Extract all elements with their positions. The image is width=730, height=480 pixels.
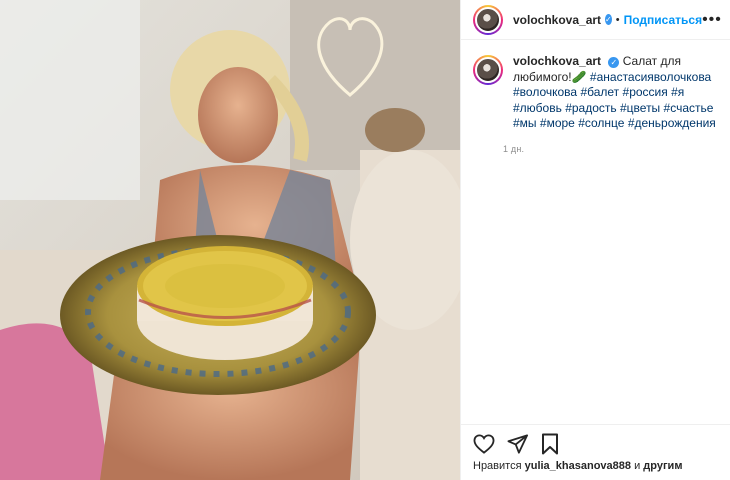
hashtag-link[interactable]: #я <box>671 85 684 99</box>
likes-others-link[interactable]: другим <box>643 460 682 472</box>
hashtag-link[interactable]: #счастье <box>664 101 714 115</box>
hashtag-link[interactable]: #деньрождения <box>628 116 716 130</box>
more-options-icon[interactable]: ••• <box>702 11 722 28</box>
caption-username[interactable]: volochkova_art <box>513 54 601 68</box>
verified-badge-icon: ✓ <box>605 14 612 25</box>
post-sidebar: volochkova_art ✓ • Подписаться ••• voloc… <box>460 0 730 480</box>
caption-text: volochkova_art ✓ Салат для любимого!🥒 #а… <box>513 54 718 132</box>
hashtag-link[interactable]: #мы <box>513 116 537 130</box>
paper-plane-icon[interactable] <box>507 434 529 454</box>
caption-block: volochkova_art ✓ Салат для любимого!🥒 #а… <box>461 40 730 154</box>
author-username[interactable]: volochkova_art <box>513 13 601 27</box>
likes-summary: Нравится yulia_khasanova888 и другим <box>473 460 720 472</box>
likes-connector: и <box>634 460 641 472</box>
hashtag-link[interactable]: #цветы <box>620 101 660 115</box>
verified-badge-icon: ✓ <box>608 57 620 69</box>
hashtag-link[interactable]: #любовь <box>513 101 562 115</box>
post-photo[interactable] <box>0 0 460 480</box>
caption-avatar[interactable] <box>473 55 503 85</box>
hashtag-link[interactable]: #волочкова <box>513 85 577 99</box>
hashtag-link[interactable]: #море <box>540 116 575 130</box>
bookmark-icon[interactable] <box>541 433 559 455</box>
likes-prefix: Нравится <box>473 460 522 472</box>
cucumber-emoji-icon: 🥒 <box>571 69 587 84</box>
separator-dot: • <box>615 13 620 26</box>
hashtag-link[interactable]: #радость <box>565 101 616 115</box>
hashtag-link[interactable]: #россия <box>623 85 668 99</box>
photo-illustration <box>0 0 460 480</box>
liked-by-user-link[interactable]: yulia_khasanova888 <box>525 460 631 472</box>
post-actions: Нравится yulia_khasanova888 и другим <box>461 424 730 472</box>
follow-button[interactable]: Подписаться <box>624 13 702 27</box>
author-avatar[interactable] <box>473 4 503 35</box>
hashtag-link[interactable]: #балет <box>580 85 619 99</box>
hashtag-link[interactable]: #анастасияволочкова <box>590 70 711 84</box>
post-timestamp[interactable]: 1 дн. <box>503 144 718 154</box>
hashtag-link[interactable]: #солнце <box>578 116 624 130</box>
post-header: volochkova_art ✓ • Подписаться ••• <box>461 0 730 40</box>
heart-icon[interactable] <box>473 434 495 454</box>
